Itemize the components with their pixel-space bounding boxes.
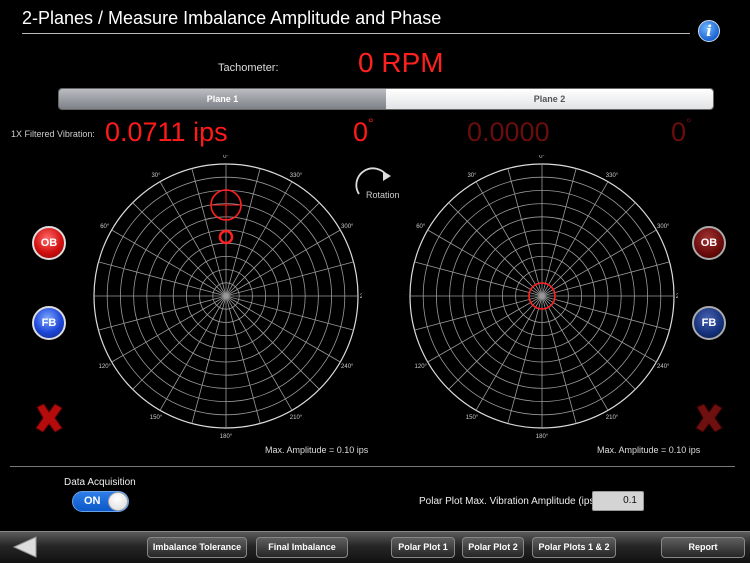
back-arrow-icon[interactable] <box>10 535 40 559</box>
report-button[interactable]: Report <box>661 537 745 558</box>
info-icon[interactable]: i <box>698 20 720 42</box>
polar-angle-label: 300° <box>341 224 354 230</box>
polar-angle-label: 120° <box>99 364 112 370</box>
max-amplitude-plane1: Max. Amplitude = 0.10 ips <box>265 445 369 455</box>
polar-plot-1-button[interactable]: Polar Plot 1 <box>391 537 455 558</box>
polar-spoke <box>159 181 227 297</box>
polar-angle-label: 330° <box>606 173 619 179</box>
polar-spoke <box>414 261 543 297</box>
polar-spoke <box>414 295 543 331</box>
section-divider <box>10 466 735 467</box>
plane1-amplitude: 0.0711 ips <box>105 117 228 147</box>
plane1-degree-sign: ° <box>368 115 374 131</box>
polar-angle-label: 30° <box>467 173 477 179</box>
data-acquisition-label: Data Acquisition <box>64 477 136 488</box>
tachometer-label: Tachometer: <box>218 62 279 74</box>
polar-angle-label: 0° <box>539 155 545 160</box>
polar-spoke <box>541 295 609 411</box>
ob-button-plane2[interactable]: OB <box>692 226 726 260</box>
polar-spoke <box>225 295 261 424</box>
toggle-knob <box>108 492 128 511</box>
polar-angle-label: 210° <box>606 415 619 421</box>
polar-spoke <box>541 295 657 363</box>
polar-angle-label: 240° <box>341 364 354 370</box>
polar-spoke <box>98 261 227 297</box>
polar-spoke <box>541 168 577 297</box>
polar-angle-label: 240° <box>657 364 670 370</box>
polar-plot-1[interactable]: 0° 30° 60° 90° 120° 150° 180° 210° 240° 270° 300° 3… <box>90 155 362 440</box>
polar-angle-label: 30° <box>151 173 161 179</box>
polar-spoke <box>225 295 354 331</box>
polar-spoke <box>111 229 227 297</box>
polar-spoke <box>541 295 577 424</box>
polar-angle-label: 270° <box>676 294 678 300</box>
polar-angle-label: 270° <box>360 294 362 300</box>
polar-max-input[interactable]: 0.1 <box>592 491 644 511</box>
toggle-state-label: ON <box>84 495 101 507</box>
polar-spoke <box>98 295 227 331</box>
polar-spoke <box>225 181 293 297</box>
polar-spoke <box>427 295 543 363</box>
polar-plots-1-2-button[interactable]: Polar Plots 1 & 2 <box>532 537 616 558</box>
vibration-label: 1X Filtered Vibration: <box>11 129 95 139</box>
plane1-phase: 0° <box>353 115 374 148</box>
polar-angle-label: 330° <box>290 173 303 179</box>
tab-plane-2[interactable]: Plane 2 <box>386 89 713 109</box>
rotation-label: Rotation <box>366 190 400 200</box>
polar-spoke <box>541 181 609 297</box>
data-acquisition-toggle[interactable]: ON <box>72 491 129 512</box>
polar-angle-label: 150° <box>466 415 479 421</box>
polar-angle-label: 120° <box>415 364 428 370</box>
polar-spoke <box>475 295 543 411</box>
polar-spoke <box>541 261 670 297</box>
polar-spoke <box>191 295 227 424</box>
plane1-phase-value: 0 <box>353 117 369 147</box>
title-divider <box>22 33 690 34</box>
polar-spoke <box>225 295 293 411</box>
plane2-phase-value: 0 <box>671 117 687 147</box>
plane2-amplitude: 0.0000 <box>467 117 550 147</box>
polar-spoke <box>541 229 657 297</box>
plane-segmented-control[interactable]: Plane 1 Plane 2 <box>58 88 714 110</box>
polar-spoke <box>507 168 543 297</box>
polar-angle-label: 180° <box>536 434 549 440</box>
ob-button-plane1[interactable]: OB <box>32 226 66 260</box>
polar-angle-label: 90° <box>406 294 407 300</box>
polar-angle-label: 300° <box>657 224 670 230</box>
clear-plane2-icon[interactable] <box>692 401 726 435</box>
polar-plot-2[interactable]: 0° 30° 60° 90° 120° 150° 180° 210° 240° 270° 300° 3… <box>406 155 678 440</box>
polar-angle-label: 60° <box>416 224 426 230</box>
imbalance-tolerance-button[interactable]: Imbalance Tolerance <box>147 537 247 558</box>
polar-angle-label: 210° <box>290 415 303 421</box>
fb-button-plane2[interactable]: FB <box>692 306 726 340</box>
tab-plane-1[interactable]: Plane 1 <box>59 89 386 109</box>
max-amplitude-plane2: Max. Amplitude = 0.10 ips <box>597 445 701 455</box>
polar-angle-label: 180° <box>220 434 233 440</box>
plane2-degree-sign: ° <box>686 115 692 131</box>
plane2-phase: 0° <box>671 115 692 148</box>
polar-plot-2-button[interactable]: Polar Plot 2 <box>462 537 524 558</box>
polar-angle-label: 90° <box>90 294 91 300</box>
page-title: 2-Planes / Measure Imbalance Amplitude a… <box>22 8 442 28</box>
polar-spoke <box>541 295 670 331</box>
polar-spoke <box>225 261 354 297</box>
polar-spoke <box>475 181 543 297</box>
bottom-toolbar <box>0 531 750 563</box>
clear-plane1-icon[interactable] <box>32 401 66 435</box>
polar-grid-2 <box>409 163 675 429</box>
polar-spoke <box>159 295 227 411</box>
polar-spoke <box>225 229 341 297</box>
fb-button-plane1[interactable]: FB <box>32 306 66 340</box>
final-imbalance-button[interactable]: Final Imbalance <box>256 537 348 558</box>
polar-angle-label: 60° <box>100 224 110 230</box>
polar-spoke <box>111 295 227 363</box>
polar-spoke <box>427 229 543 297</box>
polar-max-label: Polar Plot Max. Vibration Amplitude (ips… <box>419 496 601 507</box>
polar-angle-label: 0° <box>223 155 229 160</box>
tachometer-value: 0 RPM <box>358 47 444 78</box>
polar-angle-label: 150° <box>150 415 163 421</box>
polar-spoke <box>225 295 341 363</box>
polar-spoke <box>507 295 543 424</box>
